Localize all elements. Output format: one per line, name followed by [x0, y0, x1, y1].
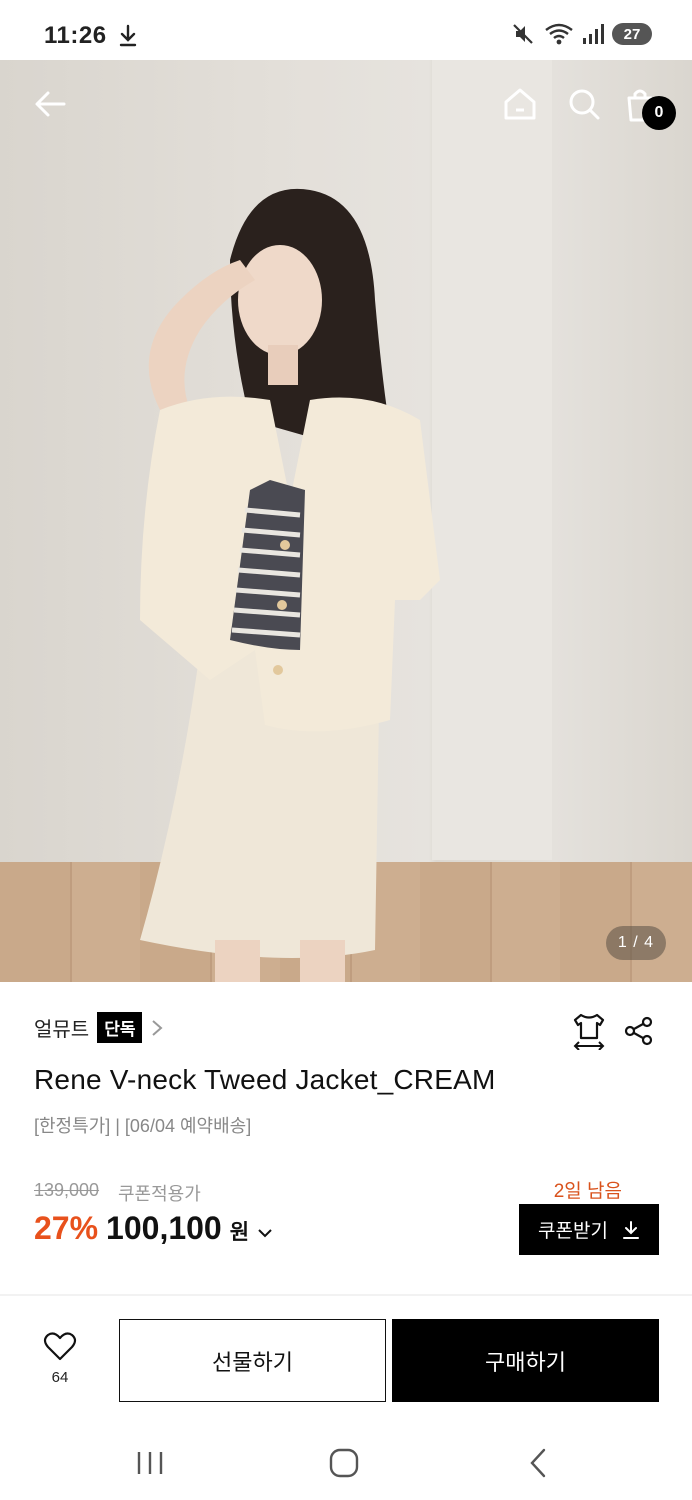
bottom-action-bar: 64 선물하기 구매하기 — [0, 1296, 692, 1426]
download-icon — [119, 24, 137, 47]
recent-apps-icon[interactable] — [130, 1446, 170, 1480]
home-button[interactable] — [498, 82, 542, 126]
signal-icon — [583, 24, 604, 44]
sale-price: 100,100 — [106, 1210, 222, 1246]
exclusive-badge: 단독 — [97, 1012, 143, 1043]
cart-count-badge: 0 — [642, 96, 676, 130]
heart-icon — [43, 1332, 77, 1361]
size-guide-icon[interactable] — [572, 1012, 606, 1050]
wishlist-count: 64 — [51, 1369, 69, 1386]
home-nav-icon[interactable] — [324, 1446, 364, 1480]
home-icon — [504, 88, 536, 120]
price-row[interactable]: 27% 100,100 원 — [34, 1210, 273, 1247]
discount-rate: 27% — [34, 1210, 99, 1246]
share-icon[interactable] — [624, 1016, 654, 1046]
product-image-carousel[interactable] — [0, 60, 692, 982]
get-coupon-label: 쿠폰받기 — [538, 1221, 608, 1242]
coupon-days-left: 2일 남음 — [553, 1181, 622, 1202]
download-icon — [622, 1220, 639, 1239]
product-model-photo — [140, 188, 440, 982]
back-button[interactable] — [28, 82, 72, 126]
wishlist-button[interactable]: 64 — [36, 1332, 84, 1386]
brand-name: 얼뮤트 — [34, 1019, 90, 1041]
image-page-indicator: 1 / 4 — [606, 926, 666, 960]
product-tags: [한정특가] | [06/04 예약배송] — [34, 1116, 252, 1136]
brand-link[interactable]: 얼뮤트 단독 — [34, 1012, 164, 1043]
original-price: 139,000 — [34, 1180, 100, 1200]
mute-icon — [513, 24, 533, 44]
chevron-down-icon — [258, 1229, 272, 1238]
status-icons: 27 — [510, 22, 652, 46]
coupon-price-label: 쿠폰적용가 — [118, 1184, 201, 1204]
get-coupon-button[interactable]: 쿠폰받기 — [519, 1204, 659, 1255]
search-button[interactable] — [562, 82, 606, 126]
system-navigation-bar — [0, 1426, 692, 1500]
status-time: 11:26 — [44, 22, 107, 49]
wifi-icon — [545, 23, 573, 45]
status-bar: 11:26 27 — [0, 0, 692, 60]
search-icon — [569, 89, 600, 120]
gift-button[interactable]: 선물하기 — [119, 1319, 386, 1402]
back-nav-icon[interactable] — [518, 1446, 558, 1480]
product-title: Rene V-neck Tweed Jacket_CREAM — [34, 1064, 496, 1095]
battery-icon: 27 — [612, 23, 652, 45]
currency-unit: 원 — [229, 1221, 250, 1244]
buy-button[interactable]: 구매하기 — [392, 1319, 659, 1402]
back-arrow-icon — [35, 91, 66, 117]
chevron-right-icon — [152, 1019, 164, 1036]
